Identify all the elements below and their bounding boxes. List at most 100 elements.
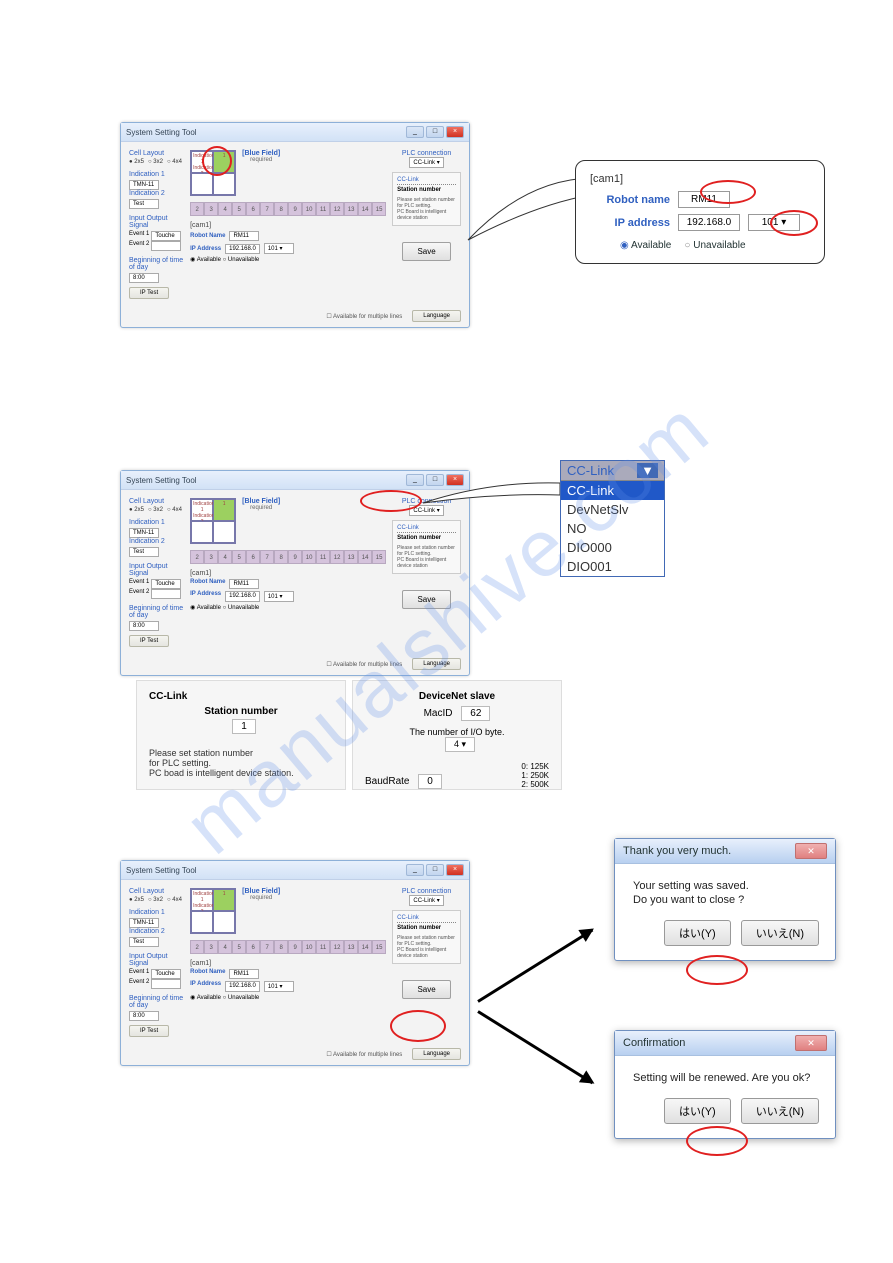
unavailable-radio[interactable]: ○ Unavailable: [223, 995, 260, 1001]
grid-cell-1[interactable]: Indication 1Indication 2: [191, 499, 213, 521]
multi-lines-check[interactable]: Available for multiple lines: [326, 313, 402, 320]
minimize-button[interactable]: _: [406, 864, 424, 876]
plc-dropdown-open[interactable]: CC-Link▼ CC-Link DevNetSlv NO DIO000 DIO…: [560, 460, 665, 577]
event2-input[interactable]: [151, 979, 181, 989]
begin-day-input[interactable]: 8:00: [129, 1011, 159, 1021]
layout-3x2[interactable]: 3x2: [148, 897, 163, 903]
num-8[interactable]: 8: [274, 202, 288, 216]
layout-grid[interactable]: Indication 1Indication 2 1: [190, 888, 236, 934]
grid-cell-4[interactable]: [213, 911, 235, 933]
event2-input[interactable]: [151, 589, 181, 599]
layout-4x4[interactable]: 4x4: [167, 159, 182, 165]
ip-address-input[interactable]: 192.168.0: [225, 244, 260, 254]
maximize-button[interactable]: □: [426, 126, 444, 138]
indication2-input[interactable]: Test: [129, 937, 159, 947]
grid-cell-3[interactable]: [191, 521, 213, 543]
num-7[interactable]: 7: [260, 940, 274, 954]
num-14[interactable]: 14: [358, 550, 372, 564]
available-radio[interactable]: ◉ Available: [190, 995, 221, 1001]
callout-ip-octet[interactable]: 101 ▾: [748, 214, 800, 231]
grid-cell-4[interactable]: [213, 521, 235, 543]
num-15[interactable]: 15: [372, 940, 386, 954]
ip-test-button[interactable]: IP Test: [129, 1025, 169, 1037]
num-10[interactable]: 10: [302, 202, 316, 216]
dropdown-selected[interactable]: CC-Link▼: [561, 461, 664, 481]
plc-connection-select[interactable]: CC-Link ▾: [409, 895, 443, 906]
layout-3x2[interactable]: 3x2: [148, 159, 163, 165]
num-14[interactable]: 14: [358, 202, 372, 216]
minimize-button[interactable]: _: [406, 126, 424, 138]
unavailable-radio[interactable]: ○ Unavailable: [223, 257, 260, 263]
num-12[interactable]: 12: [330, 202, 344, 216]
event2-input[interactable]: [151, 241, 181, 251]
num-6[interactable]: 6: [246, 202, 260, 216]
grid-cell-1[interactable]: Indication 1Indication 2: [191, 889, 213, 911]
event1-input[interactable]: Touche: [151, 969, 181, 979]
num-6[interactable]: 6: [246, 940, 260, 954]
grid-cell-2-active[interactable]: 1: [213, 499, 235, 521]
language-button[interactable]: Language: [412, 1048, 461, 1060]
indication1-input[interactable]: TMN-11: [129, 918, 159, 928]
begin-day-input[interactable]: 8:00: [129, 273, 159, 283]
num-3[interactable]: 3: [204, 202, 218, 216]
grid-cell-3[interactable]: [191, 173, 213, 195]
robot-name-input[interactable]: RM11: [229, 969, 259, 979]
ip-octet-select[interactable]: 101 ▾: [264, 981, 294, 992]
grid-cell-2-active[interactable]: 1: [213, 889, 235, 911]
event1-input[interactable]: Touche: [151, 579, 181, 589]
num-4[interactable]: 4: [218, 940, 232, 954]
num-7[interactable]: 7: [260, 202, 274, 216]
begin-day-input[interactable]: 8:00: [129, 621, 159, 631]
num-8[interactable]: 8: [274, 940, 288, 954]
num-5[interactable]: 5: [232, 550, 246, 564]
maximize-button[interactable]: □: [426, 864, 444, 876]
num-11[interactable]: 11: [316, 550, 330, 564]
layout-radios[interactable]: 2x5 3x2 4x4: [129, 159, 184, 165]
num-15[interactable]: 15: [372, 550, 386, 564]
yes-button[interactable]: はい(Y): [664, 1098, 731, 1124]
dropdown-item-devnetslv[interactable]: DevNetSlv: [561, 500, 664, 519]
indication1-input[interactable]: TMN-11: [129, 180, 159, 190]
layout-3x2[interactable]: 3x2: [148, 507, 163, 513]
grid-cell-4[interactable]: [213, 173, 235, 195]
macid-value[interactable]: 62: [461, 706, 490, 721]
language-button[interactable]: Language: [412, 310, 461, 322]
num-13[interactable]: 13: [344, 940, 358, 954]
callout-robot-name-input[interactable]: RM11: [678, 191, 730, 208]
num-2[interactable]: 2: [190, 202, 204, 216]
multi-lines-check[interactable]: Available for multiple lines: [326, 1051, 402, 1058]
ip-test-button[interactable]: IP Test: [129, 287, 169, 299]
dropdown-item-dio000[interactable]: DIO000: [561, 538, 664, 557]
station-number-value[interactable]: 1: [232, 719, 256, 734]
robot-name-input[interactable]: RM11: [229, 579, 259, 589]
save-button[interactable]: Save: [402, 980, 450, 999]
layout-4x4[interactable]: 4x4: [167, 507, 182, 513]
layout-2x5[interactable]: 2x5: [129, 159, 144, 165]
indication2-input[interactable]: Test: [129, 199, 159, 209]
ip-address-input[interactable]: 192.168.0: [225, 591, 260, 602]
num-10[interactable]: 10: [302, 940, 316, 954]
num-13[interactable]: 13: [344, 550, 358, 564]
num-9[interactable]: 9: [288, 550, 302, 564]
no-button[interactable]: いいえ(N): [741, 1098, 819, 1124]
num-3[interactable]: 3: [204, 940, 218, 954]
available-radio[interactable]: ◉ Available: [190, 257, 221, 263]
close-button[interactable]: ×: [446, 864, 464, 876]
multi-lines-check[interactable]: Available for multiple lines: [326, 661, 402, 668]
num-10[interactable]: 10: [302, 550, 316, 564]
num-7[interactable]: 7: [260, 550, 274, 564]
dialog-close-button[interactable]: ✕: [795, 843, 827, 859]
num-12[interactable]: 12: [330, 550, 344, 564]
callout-unavailable-radio[interactable]: Unavailable: [684, 240, 745, 251]
robot-name-input[interactable]: RM11: [229, 231, 259, 241]
event1-input[interactable]: Touche: [151, 231, 181, 241]
num-5[interactable]: 5: [232, 940, 246, 954]
num-4[interactable]: 4: [218, 202, 232, 216]
ip-address-input[interactable]: 192.168.0: [225, 981, 260, 992]
num-9[interactable]: 9: [288, 940, 302, 954]
language-button[interactable]: Language: [412, 658, 461, 670]
availability-radios[interactable]: ◉ Available ○ Unavailable: [190, 256, 386, 263]
num-5[interactable]: 5: [232, 202, 246, 216]
indication2-input[interactable]: Test: [129, 547, 159, 557]
num-15[interactable]: 15: [372, 202, 386, 216]
